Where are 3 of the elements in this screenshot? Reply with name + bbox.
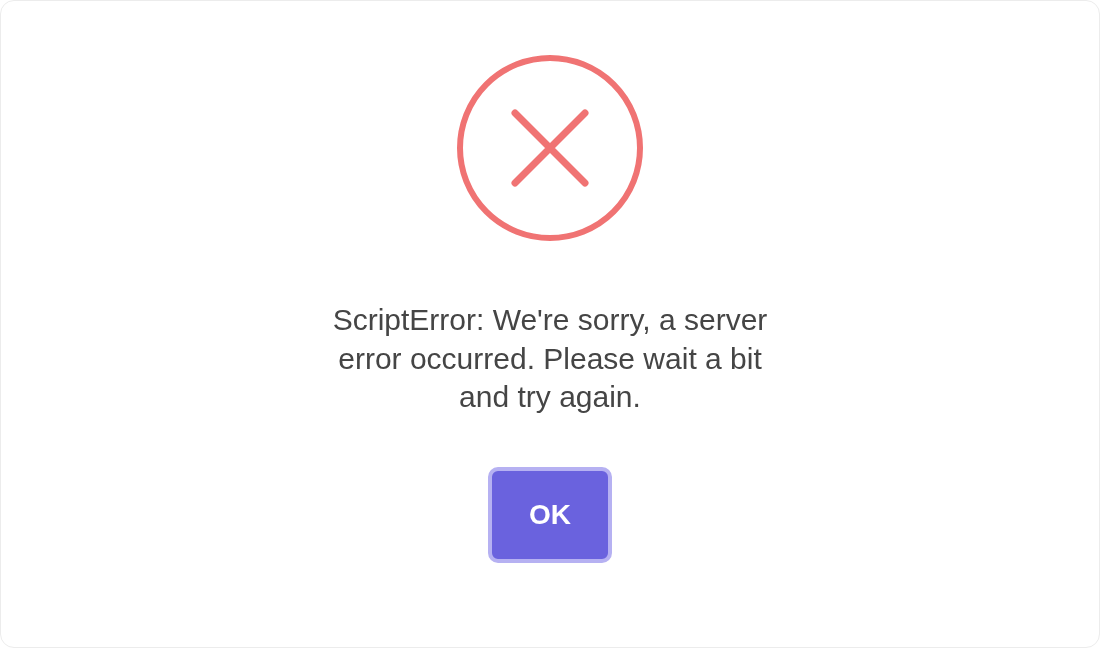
error-icon [455,53,645,243]
ok-button[interactable]: OK [488,466,612,563]
error-message: ScriptError: We're sorry, a server error occurred. Please wait a bit and try again. [331,302,769,415]
